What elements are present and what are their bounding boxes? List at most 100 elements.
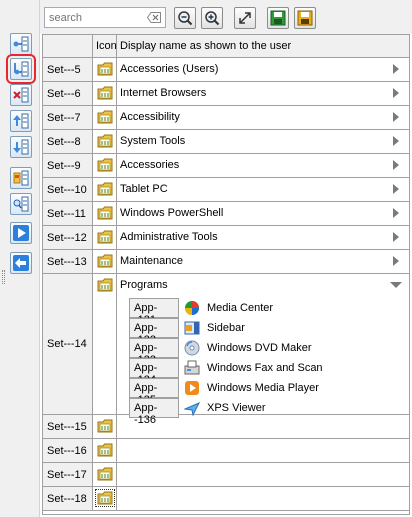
expand-arrow-icon[interactable] [393,184,399,194]
row-name-cell[interactable]: Windows PowerShell [117,202,409,225]
row-name-cell[interactable] [117,487,409,510]
zoom-out-button[interactable] [201,7,223,29]
row-icon-cell[interactable] [93,58,117,81]
expand-arrow-icon[interactable] [393,256,399,266]
app-item[interactable]: App--134 Windows Fax and Scan [129,358,359,386]
move-up-button[interactable] [10,110,32,132]
add-set-button[interactable] [10,33,32,55]
row-icon-cell[interactable] [93,463,117,486]
row-set-id[interactable]: Set---12 [43,226,93,249]
clear-search-icon[interactable] [147,12,161,23]
row-set-id[interactable]: Set---15 [43,415,93,438]
table-row[interactable]: Set---14 ProgramsApp--131Media CenterApp-… [43,274,409,426]
delete-button[interactable] [10,84,32,106]
row-name-cell[interactable]: Accessories (Users) [117,58,409,81]
row-name-cell[interactable]: Tablet PC [117,178,409,201]
row-name-cell[interactable]: System Tools [117,130,409,153]
table-row[interactable]: Set---10 Tablet PC [43,178,409,202]
row-name-cell[interactable]: Programs App--131 Media Center App--132 Side… [117,274,409,426]
row-icon-cell[interactable] [93,250,117,273]
expand-icon [239,12,251,24]
properties-icon [13,170,29,186]
row-set-id[interactable]: Set---11 [43,202,93,225]
app-id[interactable]: App--131 [129,298,179,326]
table-row[interactable]: Set---7 Accessibility [43,106,409,130]
expand-arrow-icon[interactable] [393,232,399,242]
row-icon-cell[interactable] [93,154,117,177]
app-id[interactable]: App--133 [129,338,179,366]
table-row[interactable]: Set---18 [43,487,409,511]
row-set-id[interactable]: Set---8 [43,130,93,153]
table-row[interactable]: Set---6 Internet Browsers [43,82,409,106]
expand-arrow-icon[interactable] [393,88,399,98]
app-id[interactable]: App--132 [129,318,179,346]
row-icon-cell[interactable] [93,178,117,201]
expand-arrow-icon[interactable] [393,160,399,170]
row-set-id[interactable]: Set---7 [43,106,93,129]
app-item[interactable]: App--131 Media Center [129,298,359,326]
row-set-id[interactable]: Set---5 [43,58,93,81]
row-set-id[interactable]: Set---13 [43,250,93,273]
add-subitem-button[interactable] [6,54,36,84]
header-icon-col[interactable]: Icon [93,35,117,58]
row-set-id[interactable]: Set---17 [43,463,93,486]
app-item[interactable]: App--132 Sidebar [129,318,359,346]
expand-arrow-icon[interactable] [393,112,399,122]
app-item[interactable]: App--135 Windows Media Player [129,378,359,406]
table-row[interactable]: Set---11 Windows PowerShell [43,202,409,226]
run-button[interactable] [10,222,32,244]
header-name-col[interactable]: Display name as shown to the user [117,35,409,58]
app-id[interactable]: App--134 [129,358,179,386]
table-row[interactable]: Set---12 Administrative Tools [43,226,409,250]
table-row[interactable]: Set---9 Accessories [43,154,409,178]
row-name-cell[interactable] [117,439,409,462]
table-row[interactable]: Set---8 System Tools [43,130,409,154]
row-icon-cell[interactable] [93,274,117,414]
row-name-cell[interactable]: Internet Browsers [117,82,409,105]
table-row[interactable]: Set---17 [43,463,409,487]
row-icon-cell[interactable] [93,415,117,438]
row-icon-cell[interactable] [93,130,117,153]
save-all-button[interactable] [294,7,316,29]
toolbar-grip[interactable] [2,270,5,284]
row-set-id[interactable]: Set---9 [43,154,93,177]
row-set-id[interactable]: Set---16 [43,439,93,462]
header-set-col[interactable] [43,35,93,58]
row-icon-cell[interactable] [93,82,117,105]
row-icon-cell[interactable] [93,487,117,510]
collapse-arrow-icon[interactable] [390,282,402,288]
expand-button[interactable] [234,7,256,29]
table-row[interactable]: Set---5 Accessories (Users) [43,58,409,82]
table-row[interactable]: Set---15 [43,415,409,439]
row-name-cell[interactable] [117,463,409,486]
folder-icon [97,182,113,196]
expand-arrow-icon[interactable] [393,64,399,74]
search-input[interactable] [45,8,141,27]
row-set-id[interactable]: Set---6 [43,82,93,105]
row-icon-cell[interactable] [93,439,117,462]
expand-arrow-icon[interactable] [393,136,399,146]
zoom-in-button[interactable] [174,7,196,29]
app-item[interactable]: App--133 Windows DVD Maker [129,338,359,366]
row-icon-cell[interactable] [93,202,117,225]
save-button[interactable] [267,7,289,29]
row-name-cell[interactable]: Accessibility [117,106,409,129]
row-name-cell[interactable] [117,415,409,438]
row-name-cell[interactable]: Accessories [117,154,409,177]
find-button[interactable] [10,193,32,215]
properties-button[interactable] [10,167,32,189]
back-button[interactable] [10,252,32,274]
row-set-id[interactable]: Set---10 [43,178,93,201]
row-name-cell[interactable]: Administrative Tools [117,226,409,249]
row-icon-cell[interactable] [93,106,117,129]
table-row[interactable]: Set---16 [43,439,409,463]
row-icon-cell[interactable] [93,226,117,249]
row-name-cell[interactable]: Maintenance [117,250,409,273]
zoom-out-icon [205,11,220,26]
row-set-id[interactable]: Set---14 [43,274,93,414]
row-set-id[interactable]: Set---18 [43,487,93,510]
table-row[interactable]: Set---13 Maintenance [43,250,409,274]
app-id[interactable]: App--135 [129,378,179,406]
move-down-button[interactable] [10,136,32,158]
expand-arrow-icon[interactable] [393,208,399,218]
